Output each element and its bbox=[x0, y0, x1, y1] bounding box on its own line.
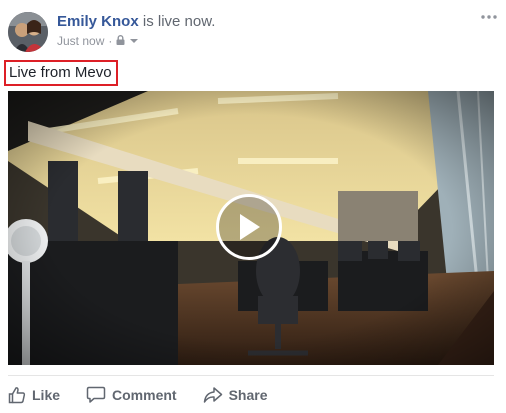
live-video-player[interactable] bbox=[8, 91, 494, 365]
like-button[interactable]: Like bbox=[8, 380, 60, 410]
timestamp[interactable]: Just now bbox=[57, 34, 104, 48]
live-status-text: is live now. bbox=[138, 13, 216, 30]
feed-post: Emily Knox is live now. Just now · Live … bbox=[0, 0, 506, 412]
meta-separator: · bbox=[108, 34, 113, 48]
comment-button[interactable]: Comment bbox=[86, 380, 177, 410]
author-name[interactable]: Emily Knox bbox=[57, 13, 139, 30]
post-message: Live from Mevo bbox=[4, 60, 118, 86]
post-header: Emily Knox is live now. bbox=[57, 13, 215, 30]
comment-icon bbox=[86, 386, 106, 404]
share-icon bbox=[203, 386, 223, 404]
share-button[interactable]: Share bbox=[203, 380, 268, 410]
lock-icon bbox=[116, 34, 125, 48]
like-icon bbox=[8, 386, 26, 404]
comment-label: Comment bbox=[112, 386, 177, 403]
chevron-down-icon[interactable] bbox=[129, 34, 139, 48]
post-meta: Just now · bbox=[57, 34, 139, 48]
play-icon bbox=[240, 214, 260, 240]
share-label: Share bbox=[228, 386, 268, 403]
play-button[interactable] bbox=[216, 194, 282, 260]
more-options-icon[interactable] bbox=[478, 8, 500, 26]
avatar[interactable] bbox=[8, 12, 48, 52]
post-actions-bar: Like Comment Share bbox=[8, 375, 494, 413]
like-label: Like bbox=[32, 386, 61, 403]
